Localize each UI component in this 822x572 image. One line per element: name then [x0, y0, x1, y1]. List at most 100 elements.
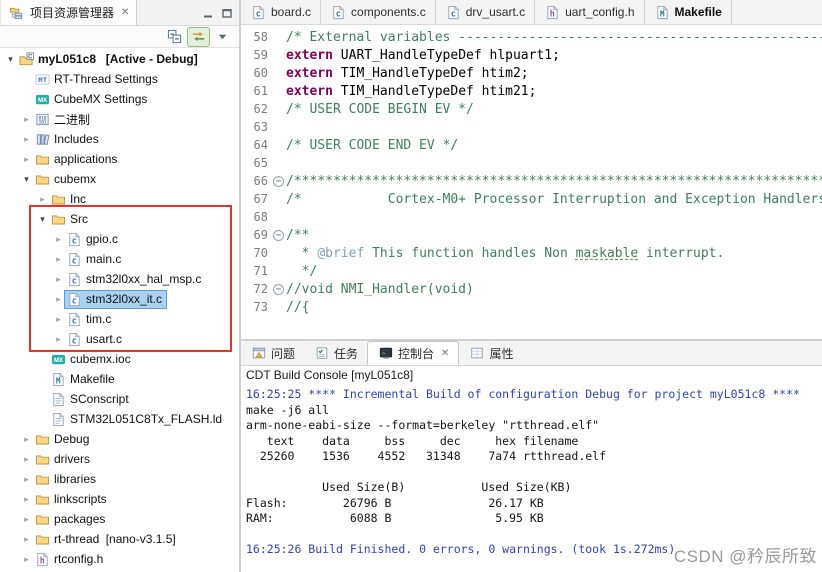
fold-toggle-icon[interactable]: −	[271, 229, 286, 241]
line-number[interactable]: 58	[241, 30, 271, 44]
tree-item-cubemx-settings[interactable]: MX CubeMX Settings	[0, 89, 239, 109]
line-number[interactable]: 73	[241, 300, 271, 314]
tree-item-debug[interactable]: ▸ Debug	[0, 429, 239, 449]
svg-text:c: c	[72, 295, 77, 305]
tree-expanded-arrow-icon[interactable]: ▾	[20, 174, 33, 185]
tree-collapsed-arrow-icon[interactable]: ▸	[20, 494, 33, 505]
line-number[interactable]: 62	[241, 102, 271, 116]
tree-collapsed-arrow-icon[interactable]: ▸	[52, 234, 65, 245]
code-text: * @brief This function handles Non maska…	[286, 245, 725, 261]
tree-item-src[interactable]: ▾ Src	[0, 209, 239, 229]
tree-item-packages[interactable]: ▸ packages	[0, 509, 239, 529]
editor-tab-uart-config-h[interactable]: h uart_config.h	[535, 0, 645, 24]
tree-item-stm32l0xx-hal-msp-c[interactable]: ▸ c stm32l0xx_hal_msp.c	[0, 269, 239, 289]
editor-tab-drv-usart-c[interactable]: c drv_usart.c	[435, 0, 536, 24]
console-tab-tasks[interactable]: 任务	[304, 341, 367, 365]
line-number[interactable]: 69	[241, 228, 271, 242]
tree-item-gpio-c[interactable]: ▸ c gpio.c	[0, 229, 239, 249]
tree-collapsed-arrow-icon[interactable]: ▸	[52, 274, 65, 285]
tree-item-makefile[interactable]: M Makefile	[0, 369, 239, 389]
editor-tab-label: drv_usart.c	[465, 5, 526, 19]
tree-item-main-c[interactable]: ▸ c main.c	[0, 249, 239, 269]
line-number[interactable]: 68	[241, 210, 271, 224]
tree-collapsed-arrow-icon[interactable]: ▸	[20, 154, 33, 165]
line-number[interactable]: 63	[241, 120, 271, 134]
tree-item-cubemx-ioc[interactable]: MX cubemx.ioc	[0, 349, 239, 369]
tree-item-stm32l0xx-it-c[interactable]: ▸ c stm32l0xx_it.c	[0, 289, 239, 309]
code-text: //void NMI_Handler(void)	[286, 281, 474, 297]
tree-item-binaries[interactable]: ▸ 010 101 二进制	[0, 109, 239, 129]
console-tab-problems[interactable]: 问题	[241, 341, 304, 365]
view-menu-button[interactable]	[212, 28, 233, 46]
tree-item-tim-c[interactable]: ▸ c tim.c	[0, 309, 239, 329]
editor-area: c board.c c components.c c drv_usart.c h uart_c…	[241, 0, 822, 572]
tree-item-drivers[interactable]: ▸ drivers	[0, 449, 239, 469]
console-output[interactable]: 16:25:25 **** Incremental Build of confi…	[241, 385, 822, 558]
editor-tab-makefile[interactable]: M Makefile	[644, 0, 732, 24]
tree-collapsed-arrow-icon[interactable]: ▸	[52, 254, 65, 265]
tree-collapsed-arrow-icon[interactable]: ▸	[20, 514, 33, 525]
tree-item-libraries[interactable]: ▸ libraries	[0, 469, 239, 489]
link-with-editor-button[interactable]	[187, 26, 210, 47]
tree-collapsed-arrow-icon[interactable]: ▸	[20, 434, 33, 445]
tree-collapsed-arrow-icon[interactable]: ▸	[20, 474, 33, 485]
line-number[interactable]: 60	[241, 66, 271, 80]
tree-collapsed-arrow-icon[interactable]: ▸	[52, 334, 65, 345]
tree-collapsed-arrow-icon[interactable]: ▸	[20, 534, 33, 545]
collapse-all-button[interactable]	[164, 28, 185, 46]
line-number[interactable]: 71	[241, 264, 271, 278]
tree-item-rt-thread-settings[interactable]: RT RT-Thread Settings	[0, 69, 239, 89]
line-number[interactable]: 61	[241, 84, 271, 98]
tree-collapsed-arrow-icon[interactable]: ▸	[20, 554, 33, 565]
tree-item-includes[interactable]: ▸ Includes	[0, 129, 239, 149]
tree-item-usart-c[interactable]: ▸ c usart.c	[0, 329, 239, 349]
properties-icon	[468, 346, 485, 360]
line-number[interactable]: 67	[241, 192, 271, 206]
tree-item-rtconfig-h[interactable]: ▸ h rtconfig.h	[0, 549, 239, 569]
tree-item-linkscripts[interactable]: ▸ linkscripts	[0, 489, 239, 509]
line-number[interactable]: 59	[241, 48, 271, 62]
tree-item-label: drivers	[54, 452, 91, 466]
maximize-view-icon[interactable]	[221, 7, 233, 19]
tree-expanded-arrow-icon[interactable]: ▾	[36, 214, 49, 225]
tree-collapsed-arrow-icon[interactable]: ▸	[52, 314, 65, 325]
cfile-icon: c	[66, 232, 83, 247]
svg-text:c: c	[256, 8, 261, 18]
tree-item-myL051c8[interactable]: ▾ CmyL051c8 [Active - Debug]	[0, 49, 239, 69]
line-number[interactable]: 72	[241, 282, 271, 296]
tree-collapsed-arrow-icon[interactable]: ▸	[20, 114, 33, 125]
code-editor[interactable]: 58 /* External variables ----------------…	[241, 25, 822, 339]
svg-text:MX: MX	[54, 357, 63, 364]
explorer-view-tab[interactable]: 项目资源管理器 ✕	[0, 0, 138, 25]
editor-tab-components-c[interactable]: c components.c	[321, 0, 436, 24]
tree-collapsed-arrow-icon[interactable]: ▸	[20, 454, 33, 465]
close-view-icon[interactable]: ✕	[121, 7, 129, 18]
code-text: /* Cortex-M0+ Processor Interruption and…	[286, 191, 822, 207]
fold-toggle-icon[interactable]: −	[271, 283, 286, 295]
tree-item-body: linkscripts	[33, 491, 111, 508]
line-number[interactable]: 70	[241, 246, 271, 260]
tree-expanded-arrow-icon[interactable]: ▾	[4, 54, 17, 65]
close-tab-icon[interactable]: ✕	[441, 348, 449, 359]
tree-item-inc[interactable]: ▸ Inc	[0, 189, 239, 209]
line-number[interactable]: 65	[241, 156, 271, 170]
tree-collapsed-arrow-icon[interactable]: ▸	[52, 294, 65, 305]
tree-collapsed-arrow-icon[interactable]: ▸	[36, 194, 49, 205]
folder-icon	[50, 212, 67, 227]
console-tab-properties[interactable]: 属性	[459, 341, 522, 365]
tree-item-cubemx[interactable]: ▾ cubemx	[0, 169, 239, 189]
tree-collapsed-arrow-icon[interactable]: ▸	[20, 134, 33, 145]
svg-text:c: c	[72, 235, 77, 245]
tree-item-applications[interactable]: ▸ applications	[0, 149, 239, 169]
tree-item-label: cubemx	[54, 172, 97, 186]
tree-item-stm32l051c8tx-flash-ld[interactable]: STM32L051C8Tx_FLASH.ld	[0, 409, 239, 429]
minimize-view-icon[interactable]	[202, 7, 214, 19]
tree-item-rt-thread[interactable]: ▸ rt-thread [nano-v3.1.5]	[0, 529, 239, 549]
line-number[interactable]: 64	[241, 138, 271, 152]
editor-tab-board-c[interactable]: c board.c	[241, 0, 322, 24]
line-number[interactable]: 66	[241, 174, 271, 188]
console-tab-console[interactable]: >_ 控制台 ✕	[367, 341, 460, 365]
tree-item-sconscript[interactable]: SConscript	[0, 389, 239, 409]
panel-splitter[interactable]	[239, 0, 241, 572]
fold-toggle-icon[interactable]: −	[271, 175, 286, 187]
